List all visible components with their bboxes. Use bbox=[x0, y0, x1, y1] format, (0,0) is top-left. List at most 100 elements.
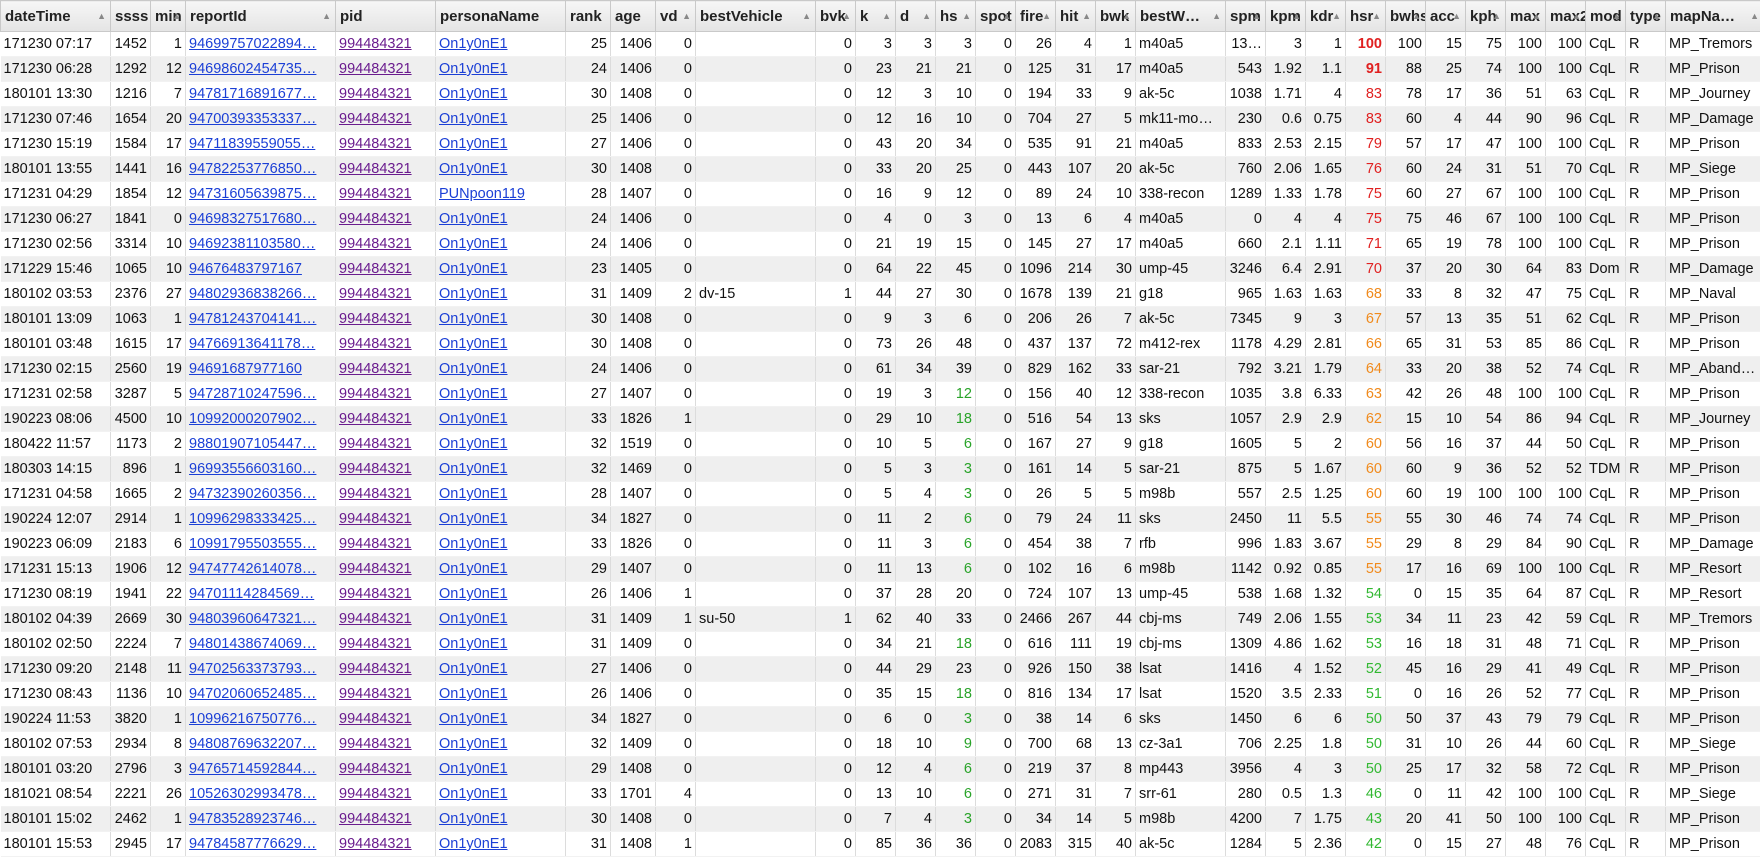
column-header-kpm[interactable]: kpm ▲ bbox=[1265, 0, 1306, 32]
pid-link[interactable]: 994484321 bbox=[339, 636, 412, 652]
sort-arrow-icon[interactable]: ▲ bbox=[842, 11, 851, 21]
sort-arrow-icon[interactable]: ▲ bbox=[1332, 11, 1341, 21]
personaName-link[interactable]: On1y0nE1 bbox=[439, 836, 508, 852]
pid-link[interactable]: 994484321 bbox=[339, 286, 412, 302]
table-row[interactable]: 171230 06:27 1841 0 94698327517680… 99448432… bbox=[0, 206, 1760, 232]
reportId-link[interactable]: 94803960647321… bbox=[189, 611, 316, 627]
table-row[interactable]: 171230 02:56 3314 10 94692381103580… 9944843… bbox=[0, 231, 1760, 257]
personaName-link[interactable]: On1y0nE1 bbox=[439, 36, 508, 52]
personaName-link[interactable]: On1y0nE1 bbox=[439, 136, 508, 152]
personaName-link[interactable]: On1y0nE1 bbox=[439, 111, 508, 127]
pid-link[interactable]: 994484321 bbox=[339, 261, 412, 277]
sort-arrow-icon[interactable]: ▲ bbox=[802, 11, 811, 21]
column-header-ssss[interactable]: ssss bbox=[110, 0, 151, 32]
table-row[interactable]: 171230 07:17 1452 1 94699757022894… 99448432… bbox=[0, 31, 1760, 57]
table-row[interactable]: 190224 11:53 3820 1 10996216750776… 99448432… bbox=[0, 706, 1760, 732]
table-row[interactable]: 171230 15:19 1584 17 94711839559055… 9944843… bbox=[0, 131, 1760, 157]
column-header-kdr[interactable]: kdr ▲ bbox=[1305, 0, 1346, 32]
pid-link[interactable]: 994484321 bbox=[339, 211, 412, 227]
table-row[interactable]: 180101 15:53 2945 17 94784587776629… 9944843… bbox=[0, 831, 1760, 857]
column-header-k[interactable]: k ▲ bbox=[855, 0, 896, 32]
column-header-hit[interactable]: hit ▲ bbox=[1055, 0, 1096, 32]
table-row[interactable]: 180101 13:55 1441 16 94782253776850… 9944843… bbox=[0, 156, 1760, 182]
column-header-acc[interactable]: acc ▲ bbox=[1425, 0, 1466, 32]
reportId-link[interactable]: 94802936838266… bbox=[189, 286, 316, 302]
reportId-link[interactable]: 10991795503555… bbox=[189, 536, 316, 552]
personaName-link[interactable]: On1y0nE1 bbox=[439, 86, 508, 102]
sort-arrow-icon[interactable]: ▲ bbox=[1212, 11, 1221, 21]
personaName-link[interactable]: On1y0nE1 bbox=[439, 61, 508, 77]
table-row[interactable]: 171231 04:58 1665 2 94732390260356… 99448432… bbox=[0, 481, 1760, 507]
personaName-link[interactable]: On1y0nE1 bbox=[439, 411, 508, 427]
table-row[interactable]: 190223 06:09 2183 6 10991795503555… 99448432… bbox=[0, 531, 1760, 557]
column-header-bestW[interactable]: bestW… ▲ bbox=[1135, 0, 1226, 32]
pid-link[interactable]: 994484321 bbox=[339, 61, 412, 77]
reportId-link[interactable]: 98801907105447… bbox=[189, 436, 316, 452]
personaName-link[interactable]: On1y0nE1 bbox=[439, 811, 508, 827]
personaName-link[interactable]: On1y0nE1 bbox=[439, 311, 508, 327]
pid-link[interactable]: 994484321 bbox=[339, 761, 412, 777]
table-row[interactable]: 180102 04:39 2669 30 94803960647321… 9944843… bbox=[0, 606, 1760, 632]
column-header-bvk[interactable]: bvk ▲ bbox=[815, 0, 856, 32]
personaName-link[interactable]: On1y0nE1 bbox=[439, 336, 508, 352]
reportId-link[interactable]: 94781243704141… bbox=[189, 311, 316, 327]
sort-arrow-icon[interactable]: ▲ bbox=[682, 11, 691, 21]
sort-arrow-icon[interactable]: ▲ bbox=[1572, 11, 1581, 21]
reportId-link[interactable]: 94676483797167 bbox=[189, 261, 302, 277]
pid-link[interactable]: 994484321 bbox=[339, 536, 412, 552]
table-row[interactable]: 190223 08:06 4500 10 10992000207902… 9944843… bbox=[0, 406, 1760, 432]
column-header-mapName[interactable]: mapNa… ▲ bbox=[1665, 0, 1760, 32]
reportId-link[interactable]: 94732390260356… bbox=[189, 486, 316, 502]
pid-link[interactable]: 994484321 bbox=[339, 611, 412, 627]
table-row[interactable]: 171230 02:15 2560 19 94691687977160 99448432… bbox=[0, 356, 1760, 382]
table-row[interactable]: 180101 03:20 2796 3 94765714592844… 99448432… bbox=[0, 756, 1760, 782]
column-header-spm[interactable]: spm ▲ bbox=[1225, 0, 1266, 32]
personaName-link[interactable]: On1y0nE1 bbox=[439, 436, 508, 452]
reportId-link[interactable]: 10996216750776… bbox=[189, 711, 316, 727]
reportId-link[interactable]: 94691687977160 bbox=[189, 361, 302, 377]
reportId-link[interactable]: 94781716891677… bbox=[189, 86, 316, 102]
pid-link[interactable]: 994484321 bbox=[339, 711, 412, 727]
table-row[interactable]: 171231 04:29 1854 12 94731605639875… 9944843… bbox=[0, 181, 1760, 207]
table-row[interactable]: 171230 08:43 1136 10 94702060652485… 9944843… bbox=[0, 681, 1760, 707]
table-row[interactable]: 171231 15:13 1906 12 94747742614078… 9944843… bbox=[0, 556, 1760, 582]
table-row[interactable]: 180303 14:15 896 1 96993556603160… 994484321… bbox=[0, 456, 1760, 482]
pid-link[interactable]: 994484321 bbox=[339, 461, 412, 477]
personaName-link[interactable]: On1y0nE1 bbox=[439, 561, 508, 577]
column-header-hs[interactable]: hs ▲ bbox=[935, 0, 976, 32]
reportId-link[interactable]: 94801438674069… bbox=[189, 636, 316, 652]
table-row[interactable]: 181021 08:54 2221 26 10526302993478… 9944843… bbox=[0, 781, 1760, 807]
sort-arrow-icon[interactable]: ▲ bbox=[1412, 11, 1421, 21]
personaName-link[interactable]: On1y0nE1 bbox=[439, 586, 508, 602]
sort-arrow-icon[interactable]: ▲ bbox=[97, 11, 106, 21]
table-row[interactable]: 171230 06:28 1292 12 94698602454735… 9944843… bbox=[0, 56, 1760, 82]
column-header-rank[interactable]: rank bbox=[565, 0, 611, 32]
personaName-link[interactable]: On1y0nE1 bbox=[439, 261, 508, 277]
personaName-link[interactable]: On1y0nE1 bbox=[439, 361, 508, 377]
column-header-personaName[interactable]: personaName bbox=[435, 0, 566, 32]
table-row[interactable]: 180102 07:53 2934 8 94808769632207… 99448432… bbox=[0, 731, 1760, 757]
pid-link[interactable]: 994484321 bbox=[339, 736, 412, 752]
personaName-link[interactable]: On1y0nE1 bbox=[439, 711, 508, 727]
personaName-link[interactable]: On1y0nE1 bbox=[439, 686, 508, 702]
table-row[interactable]: 180101 13:09 1063 1 94781243704141… 99448432… bbox=[0, 306, 1760, 332]
table-row[interactable]: 180102 02:50 2224 7 94801438674069… 99448432… bbox=[0, 631, 1760, 657]
table-row[interactable]: 190224 12:07 2914 1 10996298333425… 99448432… bbox=[0, 506, 1760, 532]
table-row[interactable]: 171230 08:19 1941 22 94701114284569… 9944843… bbox=[0, 581, 1760, 607]
reportId-link[interactable]: 94698327517680… bbox=[189, 211, 316, 227]
reportId-link[interactable]: 10526302993478… bbox=[189, 786, 316, 802]
pid-link[interactable]: 994484321 bbox=[339, 361, 412, 377]
reportId-link[interactable]: 94747742614078… bbox=[189, 561, 316, 577]
column-header-bwk[interactable]: bwk ▲ bbox=[1095, 0, 1136, 32]
pid-link[interactable]: 994484321 bbox=[339, 236, 412, 252]
pid-link[interactable]: 994484321 bbox=[339, 86, 412, 102]
personaName-link[interactable]: On1y0nE1 bbox=[439, 536, 508, 552]
personaName-link[interactable]: On1y0nE1 bbox=[439, 211, 508, 227]
reportId-link[interactable]: 94731605639875… bbox=[189, 186, 316, 202]
reportId-link[interactable]: 96993556603160… bbox=[189, 461, 316, 477]
column-header-vd[interactable]: vd ▲ bbox=[655, 0, 696, 32]
personaName-link[interactable]: On1y0nE1 bbox=[439, 461, 508, 477]
sort-arrow-icon[interactable]: ▲ bbox=[1372, 11, 1381, 21]
personaName-link[interactable]: On1y0nE1 bbox=[439, 786, 508, 802]
personaName-link[interactable]: PUNpoon119 bbox=[439, 186, 525, 202]
